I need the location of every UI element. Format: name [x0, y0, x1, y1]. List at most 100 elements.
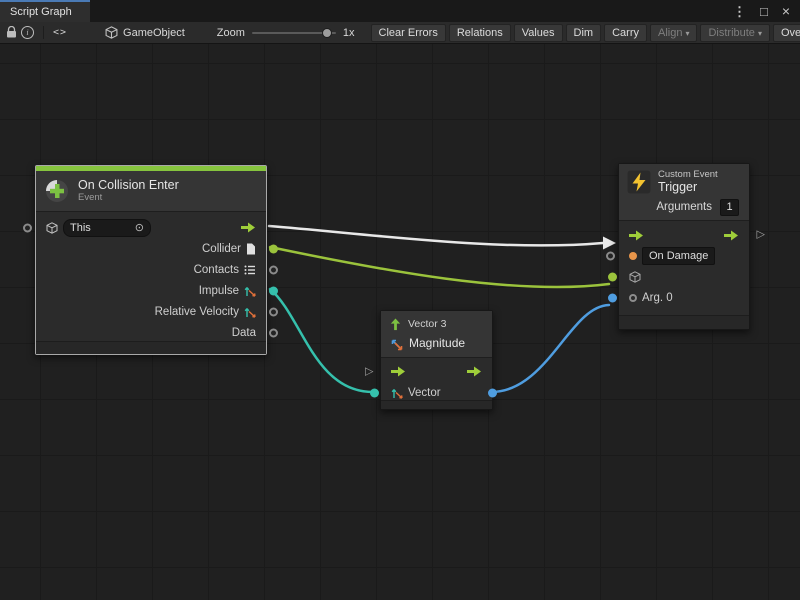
- align-dropdown[interactable]: Align▾: [650, 24, 697, 42]
- zoom-slider[interactable]: [252, 27, 336, 39]
- control-input-port[interactable]: [391, 366, 406, 377]
- data-output-port[interactable]: [269, 328, 278, 337]
- impulse-output-port[interactable]: [269, 286, 278, 295]
- maximize-icon[interactable]: □: [760, 5, 768, 18]
- arguments-label: Arguments: [656, 201, 712, 213]
- relation-triangle: ▷: [365, 366, 373, 377]
- toolbar-separator: [43, 26, 44, 39]
- relation-triangle: ▷: [757, 230, 765, 241]
- control-output-port[interactable]: [241, 222, 256, 233]
- wire-magnitude-to-arg0[interactable]: [492, 305, 609, 392]
- lightning-icon: [627, 170, 651, 194]
- kebab-menu-icon[interactable]: ⋮: [733, 5, 746, 18]
- relative-velocity-output-port[interactable]: [269, 307, 278, 316]
- vector-axis-icon: [391, 387, 403, 399]
- port-label: Arg. 0: [642, 292, 673, 304]
- this-object-field[interactable]: This ⊙: [63, 219, 151, 237]
- node-header: Custom Event Trigger Arguments 1: [619, 164, 749, 221]
- port-label: Impulse: [199, 285, 239, 297]
- dim-button[interactable]: Dim: [566, 24, 602, 42]
- document-icon: [246, 243, 256, 255]
- zoom-slider-handle[interactable]: [322, 28, 332, 38]
- node-footer: [381, 400, 492, 409]
- flow-row: ▷: [619, 225, 749, 246]
- target-row: This ⊙: [36, 217, 266, 238]
- chevron-down-icon: ▾: [758, 29, 762, 38]
- vector3-icon: [389, 318, 402, 331]
- toolbar: i <> GameObject Zoom 1x Clear Errors Rel…: [0, 22, 800, 44]
- contacts-output-port[interactable]: [269, 265, 278, 274]
- arg0-port-dot[interactable]: [629, 294, 637, 302]
- values-button[interactable]: Values: [514, 24, 563, 42]
- object-picker-icon[interactable]: ⊙: [135, 221, 144, 234]
- carry-button[interactable]: Carry: [604, 24, 647, 42]
- event-name-input-port[interactable]: [606, 252, 615, 261]
- distribute-dropdown[interactable]: Distribute▾: [700, 24, 769, 42]
- tab-script-graph[interactable]: Script Graph: [0, 0, 90, 22]
- collider-output-port[interactable]: [269, 244, 278, 253]
- string-port-dot[interactable]: [629, 252, 637, 260]
- zoom-control: Zoom 1x: [217, 27, 355, 39]
- control-input-port[interactable]: [629, 230, 644, 241]
- collision-event-icon: [44, 178, 70, 204]
- port-row-collider: Collider: [36, 238, 266, 259]
- node-title: Magnitude: [409, 337, 465, 351]
- control-output-port[interactable]: [467, 366, 482, 377]
- node-header: On Collision Enter Event: [36, 171, 266, 212]
- node-body: This ⊙ Collider Contacts: [36, 212, 266, 343]
- node-on-collision-enter[interactable]: On Collision Enter Event This ⊙: [35, 165, 267, 355]
- arguments-row: Arguments 1: [627, 199, 741, 216]
- wire-control-flow[interactable]: [269, 226, 603, 245]
- info-icon[interactable]: i: [21, 25, 34, 41]
- port-row-target: [619, 267, 749, 288]
- node-kind: Vector 3: [408, 318, 447, 331]
- port-label: Collider: [202, 243, 241, 255]
- node-body: ▷ Vector: [381, 358, 492, 403]
- arg0-input-port[interactable]: [608, 294, 617, 303]
- vector-axis-icon: [244, 306, 256, 318]
- node-vector3-magnitude[interactable]: Vector 3 Magnitude ▷: [380, 310, 493, 410]
- graph-canvas[interactable]: On Collision Enter Event This ⊙: [0, 44, 800, 600]
- wire-impulse-to-vector[interactable]: [270, 289, 373, 392]
- code-view-icon[interactable]: <>: [53, 25, 67, 41]
- control-output-port[interactable]: [724, 230, 739, 241]
- tab-title: Script Graph: [10, 6, 72, 18]
- target-input-port[interactable]: [608, 273, 617, 282]
- gameobject-context[interactable]: GameObject: [105, 26, 185, 39]
- zoom-value: 1x: [343, 27, 355, 39]
- node-kind: Custom Event: [658, 169, 718, 180]
- node-trigger-custom-event[interactable]: Custom Event Trigger Arguments 1: [618, 163, 750, 330]
- cube-icon: [46, 222, 58, 234]
- relations-button[interactable]: Relations: [449, 24, 511, 42]
- overview-button[interactable]: Overv: [773, 24, 800, 42]
- port-label: Vector: [408, 387, 441, 399]
- event-name-field[interactable]: On Damage: [642, 247, 715, 265]
- port-label: Relative Velocity: [155, 306, 239, 318]
- window-controls: ⋮ □ ×: [733, 0, 800, 22]
- node-subtitle: Event: [78, 192, 179, 203]
- script-graph-window: Script Graph ⋮ □ × i <> GameObject Zoom: [0, 0, 800, 600]
- list-icon: [244, 265, 256, 275]
- arguments-count-field[interactable]: 1: [720, 199, 739, 216]
- cube-icon: [105, 26, 118, 39]
- tab-bar: Script Graph ⋮ □ ×: [0, 0, 800, 22]
- magnitude-output-port[interactable]: [488, 388, 497, 397]
- port-row-relative-velocity: Relative Velocity: [36, 301, 266, 322]
- lock-icon[interactable]: [6, 25, 17, 41]
- node-header: Vector 3 Magnitude: [381, 311, 492, 358]
- target-input-port[interactable]: [23, 223, 32, 232]
- toolbar-buttons: Clear Errors Relations Values Dim Carry …: [371, 24, 800, 42]
- clear-errors-button[interactable]: Clear Errors: [371, 24, 446, 42]
- vector-input-port[interactable]: [370, 388, 379, 397]
- close-icon[interactable]: ×: [782, 4, 790, 18]
- wire-collider-to-target[interactable]: [270, 247, 609, 287]
- vector-axis-icon: [244, 285, 256, 297]
- port-row-arg0: Arg. 0: [619, 288, 749, 309]
- cube-icon: [629, 271, 641, 283]
- node-footer: [36, 341, 266, 354]
- node-body: ▷ On Damage Arg. 0: [619, 221, 749, 309]
- gameobject-label: GameObject: [123, 27, 185, 39]
- zoom-label: Zoom: [217, 27, 245, 39]
- port-row-data: Data: [36, 322, 266, 343]
- port-label: Data: [232, 327, 256, 339]
